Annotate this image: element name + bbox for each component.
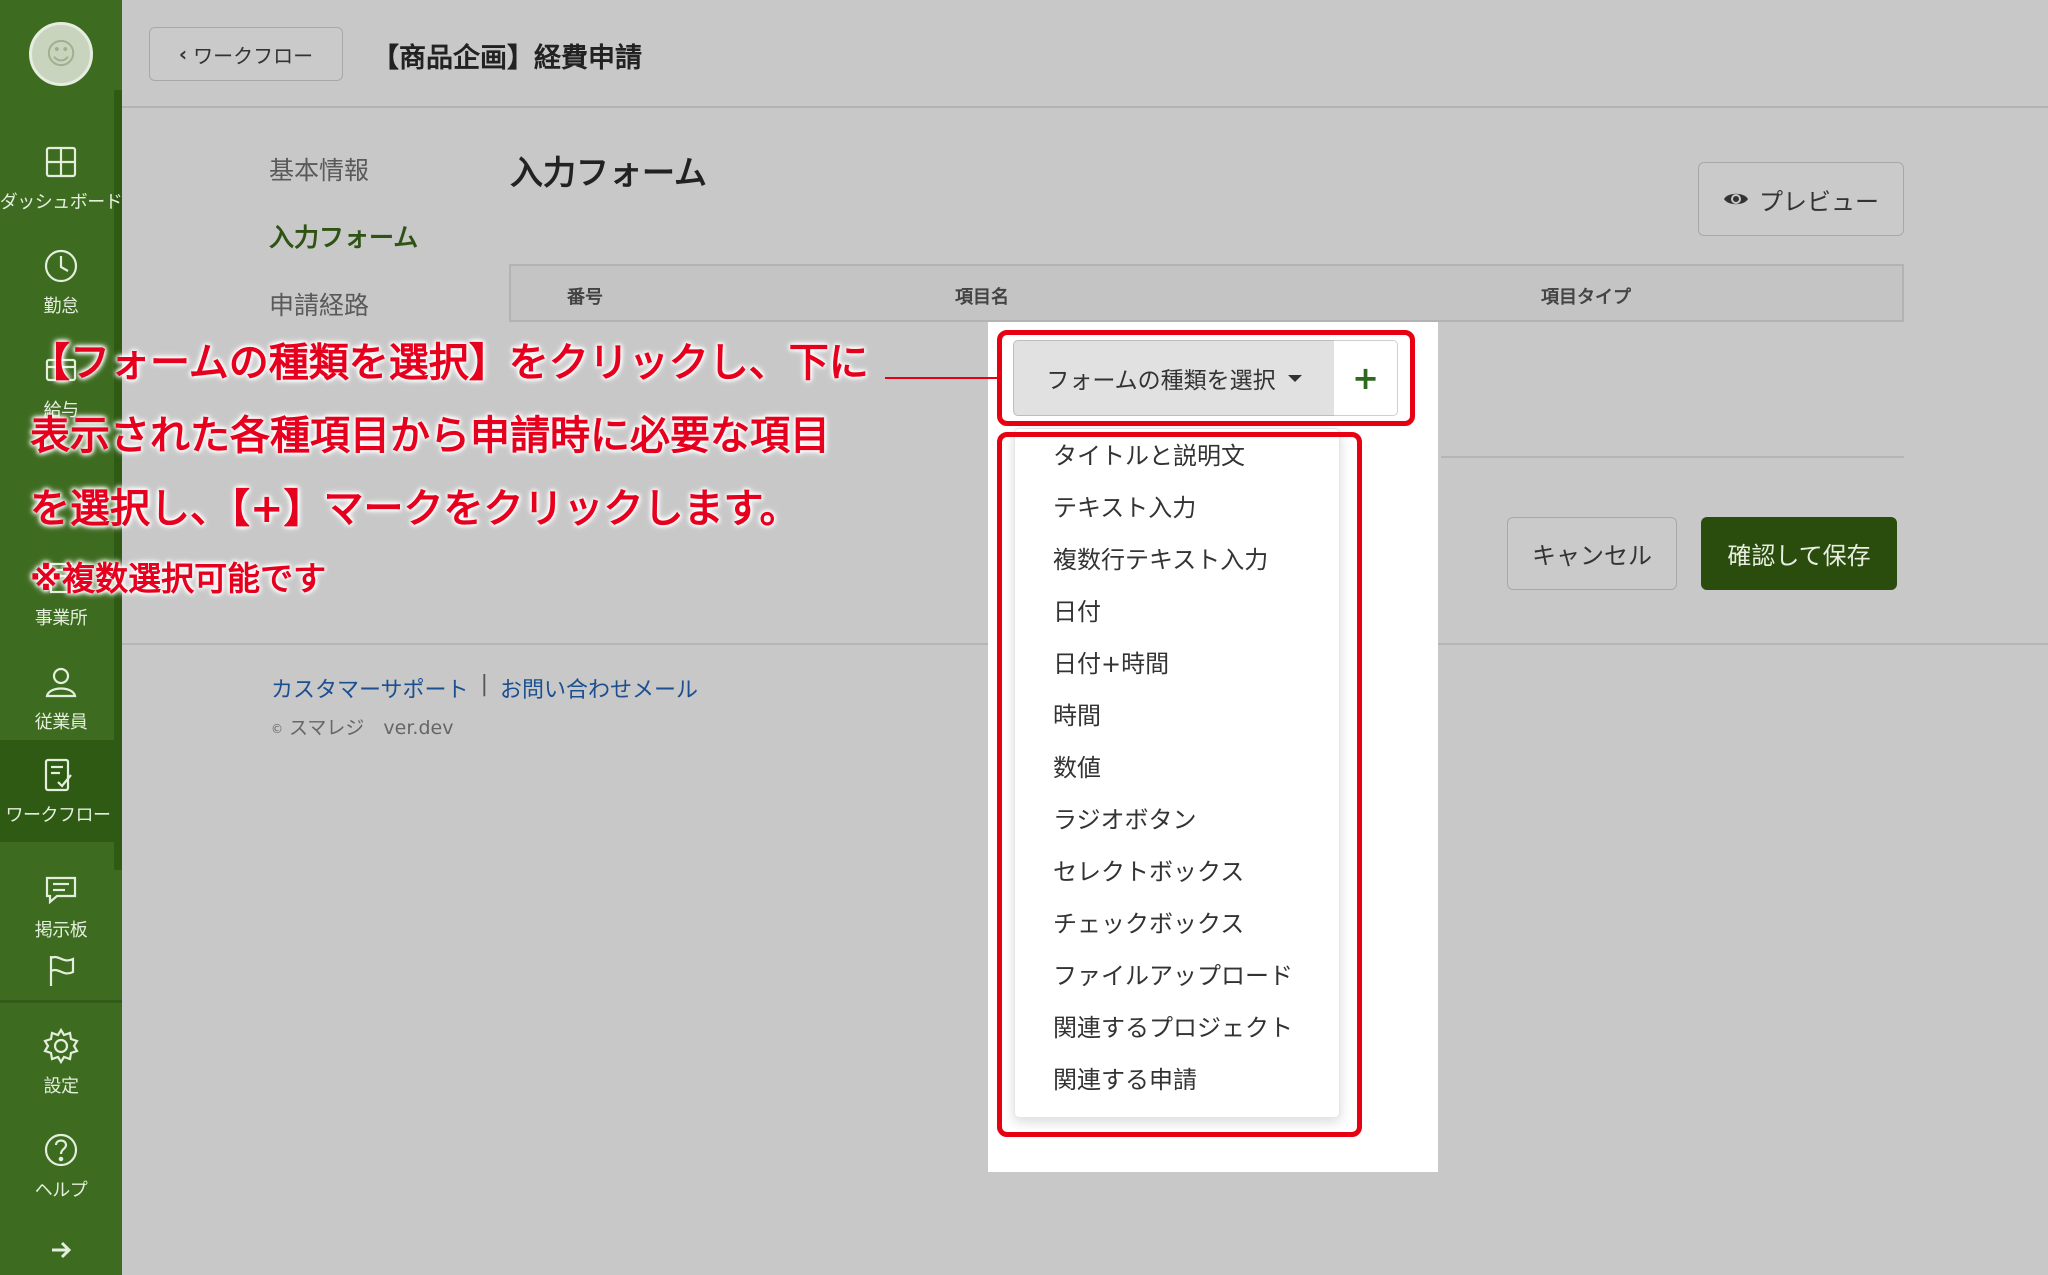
eye-icon (1724, 193, 1748, 205)
subnav-item-input-form[interactable]: 入力フォーム (269, 218, 418, 254)
form-items-table-header: 番号 項目名 項目タイプ (509, 264, 1904, 322)
sidebar-item-dashboard[interactable]: ダッシュボード (0, 128, 123, 228)
page-header: ‹ ワークフロー 【商品企画】経費申請 (122, 0, 2048, 108)
workflow-icon (44, 758, 72, 792)
column-header-item-type: 項目タイプ (1541, 287, 1631, 308)
sidebar-divider (0, 1000, 122, 1003)
sidebar-item-flag[interactable] (0, 935, 122, 1005)
sidebar-item-label: ワークフロー (5, 805, 112, 826)
footer-copyright: © スマレジ ver.dev (271, 713, 453, 740)
clock-icon (44, 249, 78, 283)
preview-button[interactable]: プレビュー (1698, 162, 1904, 236)
column-header-number: 番号 (567, 287, 603, 308)
sidebar-item-attendance[interactable]: 勤怠 (0, 232, 122, 332)
app-logo[interactable]: ☺ (29, 22, 93, 86)
customer-support-link[interactable]: カスタマーサポート (271, 672, 469, 704)
sidebar: ☺ ダッシュボード 勤怠 給与 事業所 従業員 ワークフロー 掲示板 設定 ヘル… (0, 0, 123, 1275)
section-title: 入力フォーム (510, 153, 708, 192)
preview-button-label: プレビュー (1759, 187, 1879, 216)
annotation-note: ※複数選択可能です (30, 559, 327, 598)
annotation-line-2: 表示された各種項目から申請時に必要な項目 (30, 413, 830, 459)
gear-icon (43, 1027, 79, 1065)
footer-links: カスタマーサポート | お問い合わせメール (271, 672, 698, 704)
cancel-button[interactable]: キャンセル (1507, 517, 1677, 590)
contact-mail-link[interactable]: お問い合わせメール (500, 672, 698, 704)
sidebar-item-workflow[interactable]: ワークフロー (0, 740, 116, 842)
chevron-left-icon: ‹ (178, 42, 188, 66)
column-header-item-name: 項目名 (955, 287, 1009, 308)
confirm-save-button[interactable]: 確認して保存 (1701, 517, 1897, 590)
back-button[interactable]: ‹ ワークフロー (149, 27, 343, 81)
select-highlight-box (997, 330, 1415, 426)
sidebar-item-label: 勤怠 (43, 296, 80, 317)
sidebar-item-label: 事業所 (34, 608, 88, 629)
sidebar-item-label: 設定 (43, 1076, 80, 1097)
sidebar-item-label: ヘルプ (34, 1180, 88, 1201)
sidebar-item-employee[interactable]: 従業員 (0, 648, 122, 748)
sidebar-item-help[interactable]: ヘルプ (0, 1116, 122, 1216)
menu-highlight-box (997, 432, 1362, 1137)
annotation-line-3: を選択し、【+】マークをクリックします。 (30, 486, 800, 532)
table-divider (1441, 456, 1904, 458)
message-board-icon (45, 876, 77, 905)
sidebar-expand-button[interactable] (0, 1225, 122, 1275)
sidebar-item-settings[interactable]: 設定 (0, 1012, 122, 1112)
back-button-label: ワークフロー (193, 43, 314, 68)
page-title: 【商品企画】経費申請 (372, 43, 642, 74)
employee-icon (45, 667, 77, 698)
help-icon (44, 1133, 78, 1167)
flag-icon (49, 956, 75, 986)
annotation-connector-line (885, 377, 1001, 379)
copyright-symbol: © (271, 721, 283, 736)
subnav-item-approval-route[interactable]: 申請経路 (269, 286, 369, 322)
annotation-line-1: 【フォームの種類を選択】をクリックし、下に (30, 340, 869, 386)
footer-separator: | (480, 672, 488, 697)
copyright-text: スマレジ ver.dev (289, 717, 454, 739)
subnav-item-basic-info[interactable]: 基本情報 (269, 151, 369, 187)
arrow-right-icon (52, 1241, 72, 1259)
sidebar-item-label: ダッシュボード (0, 192, 123, 213)
dashboard-icon (45, 146, 77, 178)
sidebar-item-label: 従業員 (34, 712, 88, 733)
